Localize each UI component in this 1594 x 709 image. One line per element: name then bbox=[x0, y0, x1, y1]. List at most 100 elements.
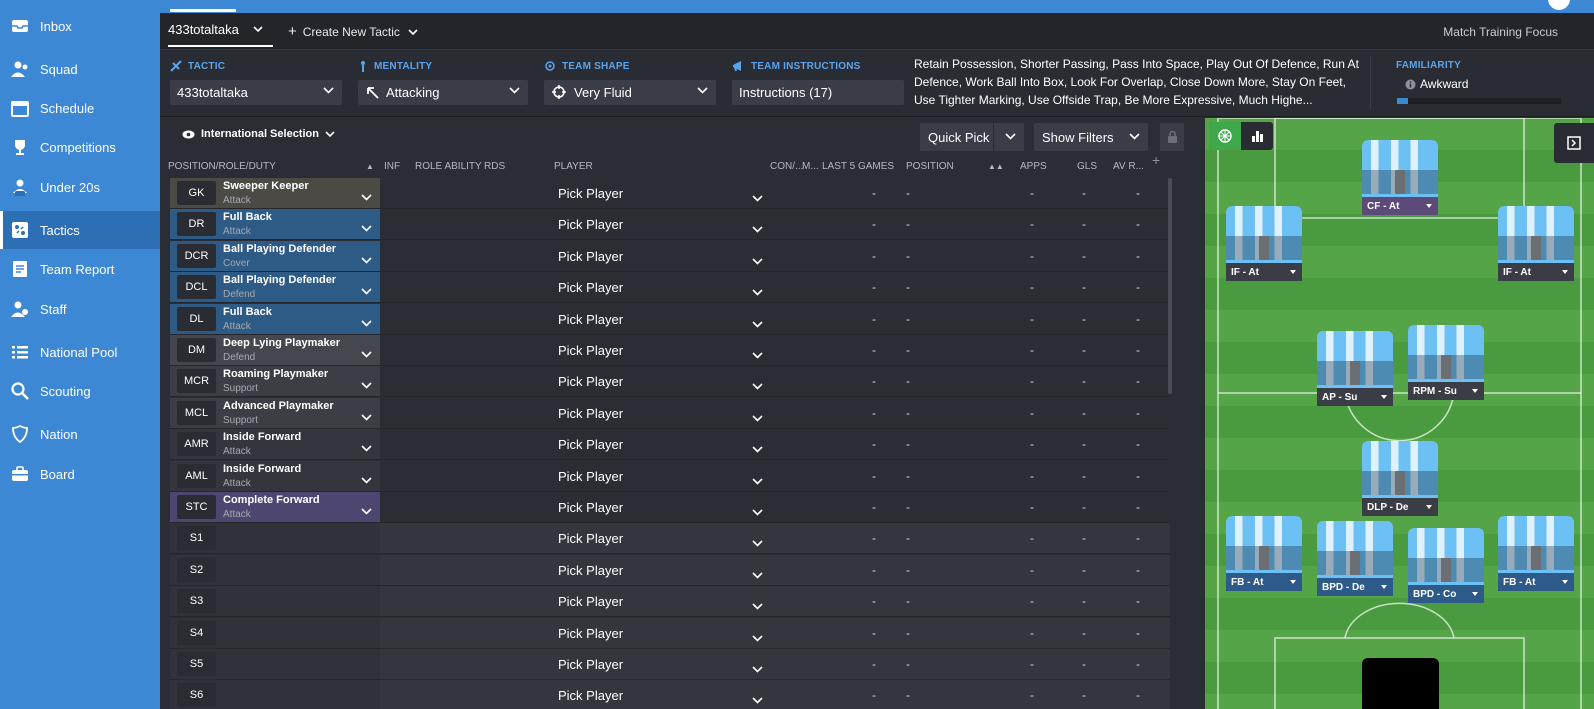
pick-player-select[interactable]: Pick Player bbox=[558, 343, 623, 358]
role-duty-label[interactable]: IF - At bbox=[1498, 263, 1574, 281]
chevron-down-icon[interactable] bbox=[361, 408, 372, 426]
table-row[interactable]: DR Full Back Attack Pick Player - - - - - bbox=[170, 209, 1170, 241]
chevron-down-icon[interactable] bbox=[752, 597, 763, 615]
col-last5[interactable]: LAST 5 GAMES bbox=[822, 161, 894, 172]
chevron-down-icon[interactable] bbox=[361, 314, 372, 332]
sidebar-item-national-pool[interactable]: National Pool bbox=[0, 333, 160, 371]
dropdown-triangle-icon[interactable] bbox=[1472, 592, 1478, 596]
pick-player-select[interactable]: Pick Player bbox=[558, 374, 623, 389]
table-row[interactable]: MCL Advanced Playmaker Support Pick Player -… bbox=[170, 397, 1170, 429]
chevron-down-icon[interactable] bbox=[361, 188, 372, 206]
sidebar-item-tactics[interactable]: Tactics bbox=[0, 211, 160, 249]
table-row[interactable]: S5 Pick Player - - - - - bbox=[170, 649, 1170, 680]
goalkeeper-slot[interactable] bbox=[1362, 658, 1439, 709]
pick-player-select[interactable]: Pick Player bbox=[558, 688, 623, 703]
player-slot-card[interactable]: IF - At bbox=[1498, 206, 1574, 281]
chevron-down-icon[interactable] bbox=[361, 376, 372, 394]
player-slot-card[interactable]: FB - At bbox=[1498, 516, 1574, 591]
chevron-down-icon[interactable] bbox=[752, 315, 763, 333]
position-cell[interactable]: S4 bbox=[170, 617, 380, 648]
role-duty-label[interactable]: FB - At bbox=[1498, 573, 1574, 591]
position-cell[interactable]: S6 bbox=[170, 680, 380, 709]
chevron-down-icon[interactable] bbox=[361, 251, 372, 269]
collapse-panel-button[interactable] bbox=[1554, 123, 1594, 163]
table-row[interactable]: S3 Pick Player - - - - - bbox=[170, 586, 1170, 618]
lock-button[interactable] bbox=[1160, 123, 1184, 151]
table-row[interactable]: S4 Pick Player - - - - - bbox=[170, 617, 1170, 649]
pick-player-select[interactable]: Pick Player bbox=[558, 594, 623, 609]
chevron-down-icon[interactable] bbox=[752, 534, 763, 552]
role-duty-label[interactable]: FB - At bbox=[1226, 573, 1302, 591]
player-slot-card[interactable]: BPD - De bbox=[1317, 521, 1393, 596]
chevron-down-icon[interactable] bbox=[361, 502, 372, 520]
chevron-down-icon[interactable] bbox=[752, 503, 763, 521]
chevron-down-icon[interactable] bbox=[752, 346, 763, 364]
sidebar-item-board[interactable]: Board bbox=[0, 455, 160, 493]
chevron-down-icon[interactable] bbox=[752, 189, 763, 207]
chevron-down-icon[interactable] bbox=[752, 691, 763, 709]
player-slot-card[interactable]: RPM - Su bbox=[1408, 325, 1484, 400]
sidebar-item-inbox[interactable]: Inbox bbox=[0, 7, 160, 45]
position-cell[interactable]: MCL Advanced Playmaker Support bbox=[170, 397, 380, 428]
pick-player-select[interactable]: Pick Player bbox=[558, 626, 623, 641]
col-player[interactable]: PLAYER bbox=[554, 161, 593, 172]
chevron-down-icon[interactable] bbox=[361, 471, 372, 489]
quick-pick-button[interactable]: Quick Pick bbox=[920, 123, 1024, 151]
sidebar-item-staff[interactable]: Staff bbox=[0, 290, 160, 328]
role-duty-label[interactable]: RPM - Su bbox=[1408, 382, 1484, 400]
table-row[interactable]: DL Full Back Attack Pick Player - - - - - bbox=[170, 303, 1170, 335]
position-cell[interactable]: AML Inside Forward Attack bbox=[170, 460, 380, 491]
pick-player-select[interactable]: Pick Player bbox=[558, 217, 623, 232]
chevron-down-icon[interactable] bbox=[752, 472, 763, 490]
sidebar-item-squad[interactable]: Squad bbox=[0, 50, 160, 88]
dropdown-triangle-icon[interactable] bbox=[1426, 505, 1432, 509]
sidebar-item-scouting[interactable]: Scouting bbox=[0, 372, 160, 410]
dropdown-triangle-icon[interactable] bbox=[1290, 270, 1296, 274]
pick-player-select[interactable]: Pick Player bbox=[558, 312, 623, 327]
chevron-down-icon[interactable] bbox=[752, 566, 763, 584]
pick-player-select[interactable]: Pick Player bbox=[558, 500, 623, 515]
col-position-role-duty[interactable]: POSITION/ROLE/DUTY bbox=[168, 161, 276, 172]
tactic-select[interactable]: 433totaltaka bbox=[170, 80, 342, 105]
dropdown-triangle-icon[interactable] bbox=[1562, 580, 1568, 584]
col-position[interactable]: POSITION bbox=[906, 161, 954, 172]
col-inf[interactable]: INF bbox=[384, 161, 400, 172]
dropdown-triangle-icon[interactable] bbox=[1381, 395, 1387, 399]
col-apps[interactable]: APPS bbox=[1020, 161, 1047, 172]
chevron-down-icon[interactable] bbox=[752, 220, 763, 238]
col-role-ability[interactable]: ROLE ABILITY bbox=[415, 161, 482, 172]
scrollbar[interactable] bbox=[1168, 178, 1172, 394]
position-cell[interactable]: DCL Ball Playing Defender Defend bbox=[170, 272, 380, 303]
position-cell[interactable]: DR Full Back Attack bbox=[170, 209, 380, 240]
sidebar-item-schedule[interactable]: Schedule bbox=[0, 89, 160, 127]
col-gls[interactable]: GLS bbox=[1077, 161, 1097, 172]
sort-asc-icon[interactable]: ▲ bbox=[366, 162, 374, 171]
col-rds[interactable]: RDS bbox=[484, 161, 505, 172]
player-slot-card[interactable]: DLP - De bbox=[1362, 441, 1438, 516]
role-duty-label[interactable]: IF - At bbox=[1226, 263, 1302, 281]
pick-player-select[interactable]: Pick Player bbox=[558, 469, 623, 484]
table-row[interactable]: GK Sweeper Keeper Attack Pick Player - - - - - bbox=[170, 178, 1170, 209]
player-slot-card[interactable]: BPD - Co bbox=[1408, 528, 1484, 603]
position-cell[interactable]: S1 bbox=[170, 523, 380, 554]
pick-player-select[interactable]: Pick Player bbox=[558, 186, 623, 201]
role-duty-label[interactable]: BPD - Co bbox=[1408, 585, 1484, 603]
position-cell[interactable]: DCR Ball Playing Defender Cover bbox=[170, 240, 380, 271]
dropdown-triangle-icon[interactable] bbox=[1290, 580, 1296, 584]
sidebar-item-competitions[interactable]: Competitions bbox=[0, 128, 160, 166]
chevron-down-icon[interactable] bbox=[752, 660, 763, 678]
sidebar-item-team-report[interactable]: Team Report bbox=[0, 250, 160, 288]
stats-view-button[interactable] bbox=[1241, 122, 1273, 150]
position-cell[interactable]: MCR Roaming Playmaker Support bbox=[170, 366, 380, 397]
create-new-tactic-button[interactable]: + Create New Tactic bbox=[288, 13, 418, 50]
chevron-down-icon[interactable] bbox=[361, 219, 372, 237]
position-cell[interactable]: AMR Inside Forward Attack bbox=[170, 429, 380, 460]
col-m[interactable]: M... bbox=[802, 161, 819, 172]
table-row[interactable]: AMR Inside Forward Attack Pick Player - - - - - bbox=[170, 429, 1170, 461]
pitch-view-toggle[interactable] bbox=[1209, 122, 1273, 150]
pick-player-select[interactable]: Pick Player bbox=[558, 437, 623, 452]
familiarity-value[interactable]: Awkward bbox=[1405, 77, 1468, 91]
player-slot-card[interactable]: IF - At bbox=[1226, 206, 1302, 281]
col-con[interactable]: CON/... bbox=[770, 161, 803, 172]
pick-player-select[interactable]: Pick Player bbox=[558, 406, 623, 421]
